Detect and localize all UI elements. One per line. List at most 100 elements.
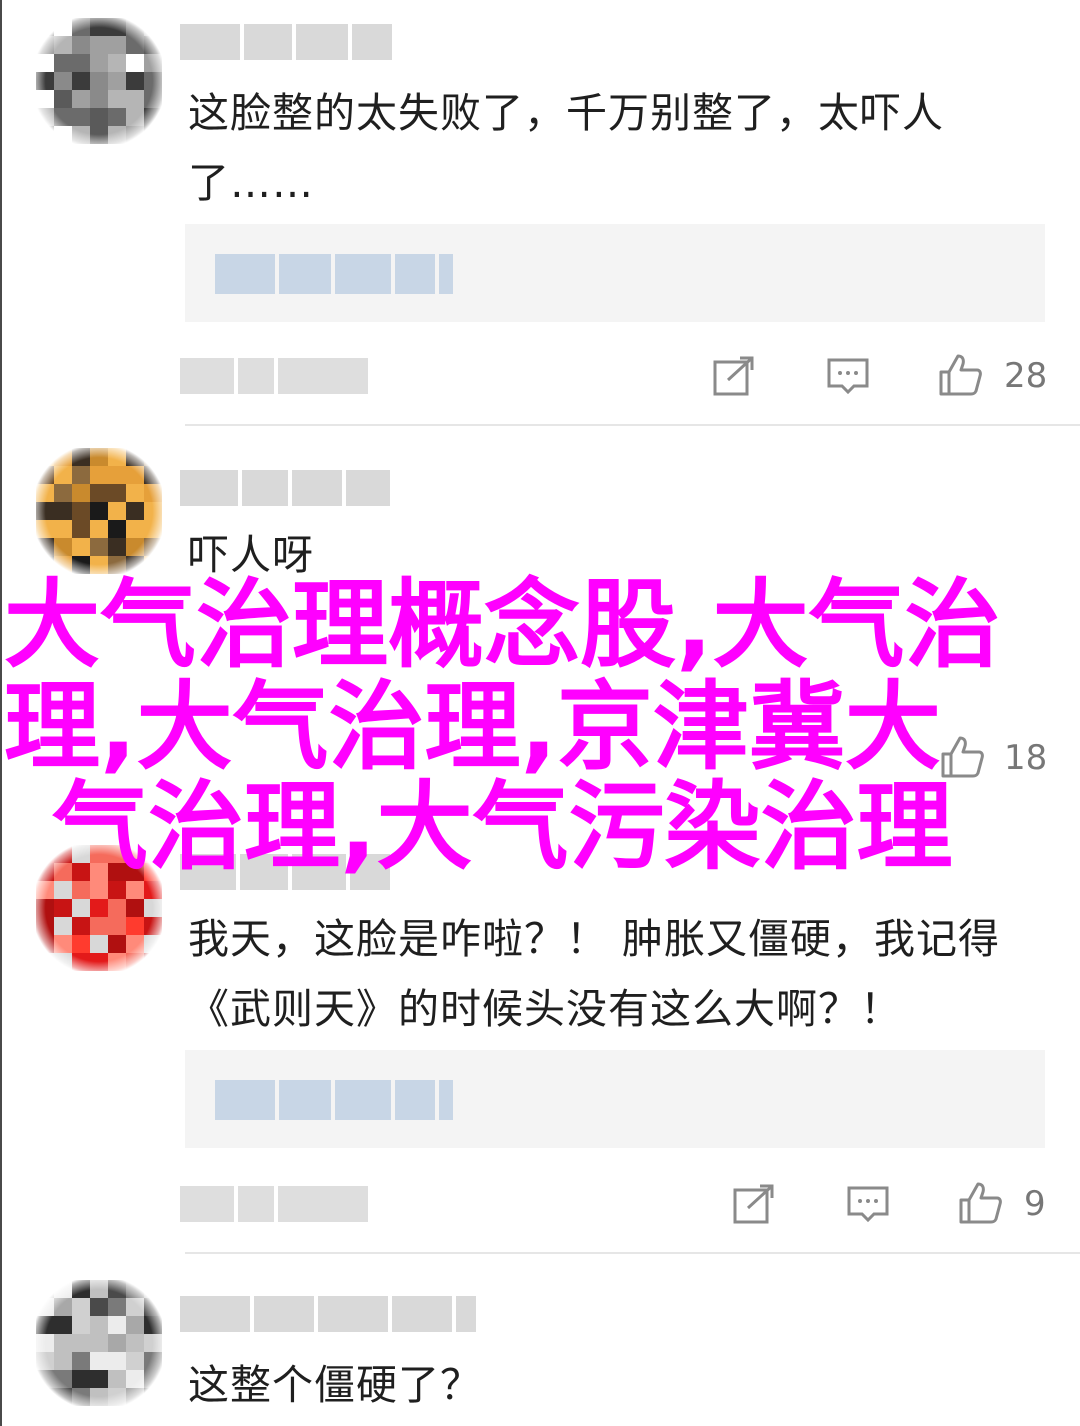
avatar-pixel [90,899,108,917]
avatar-pixel [72,36,90,54]
like-count: 28 [1004,356,1048,396]
like-count: 9 [1024,1184,1046,1224]
avatar-pixel [144,448,162,466]
avatar[interactable] [36,448,162,574]
avatar-pixel [90,484,108,502]
avatar-pixel [54,1298,72,1316]
avatar-pixel [108,1334,126,1352]
avatar-pixel [144,1316,162,1334]
avatar-pixel [54,484,72,502]
comment-list: 这脸整的太失败了，千万别整了，太吓人了…… 28 吓人呀 18 我天，这脸是咋啦… [0,0,1080,1426]
avatar-pixel [144,1352,162,1370]
avatar-pixel [144,18,162,36]
avatar-pixel [36,448,54,466]
avatar-pixel [144,1280,162,1298]
overlay-line-3: 气治理,大气污染治理 [52,771,953,883]
avatar-pixel [36,1352,54,1370]
like-count: 18 [1004,738,1048,778]
comment-text: 这脸整的太失败了，千万别整了，太吓人了…… [188,89,944,207]
avatar-pixel [72,72,90,90]
avatar-pixel [144,538,162,556]
blurred-username[interactable] [180,24,392,60]
avatar-pixel [72,953,90,971]
avatar-pixel [126,18,144,36]
avatar-pixel [72,90,90,108]
reply-icon[interactable] [846,1182,890,1226]
avatar-pixel [36,1316,54,1334]
avatar-pixel [90,448,108,466]
avatar-pixel [72,935,90,953]
avatar-pixel [126,917,144,935]
avatar-pixel [126,538,144,556]
avatar-pixel [36,1280,54,1298]
avatar-pixel [72,1352,90,1370]
avatar-pixel [90,54,108,72]
avatar-pixel [36,36,54,54]
avatar-pixel [54,1370,72,1388]
blurred-timestamp [180,358,368,394]
avatar-pixel [108,502,126,520]
avatar-pixel [144,90,162,108]
avatar-pixel [108,484,126,502]
avatar-pixel [90,18,108,36]
share-icon[interactable] [732,1182,776,1226]
like-icon[interactable] [958,1180,1002,1224]
avatar-pixel [36,502,54,520]
avatar-pixel [126,1316,144,1334]
avatar-pixel [36,538,54,556]
avatar-pixel [72,881,90,899]
avatar-pixel [36,953,54,971]
avatar-pixel [36,935,54,953]
avatar-pixel [108,1370,126,1388]
avatar-pixel [72,899,90,917]
avatar-pixel [108,953,126,971]
blurred-username[interactable] [180,1296,476,1332]
avatar-pixel [72,1316,90,1334]
avatar-pixel [36,18,54,36]
avatar-pixel [72,448,90,466]
avatar-pixel [126,1388,144,1406]
avatar-pixel [90,935,108,953]
avatar-pixel [126,899,144,917]
avatar-pixel [108,881,126,899]
avatar-pixel [72,538,90,556]
like-icon[interactable] [938,352,982,396]
avatar-pixel [54,18,72,36]
avatar[interactable] [36,18,162,144]
share-icon[interactable] [712,354,756,398]
avatar-pixel [108,126,126,144]
avatar-pixel [126,881,144,899]
blurred-timestamp [180,1186,368,1222]
blurred-username[interactable] [180,470,390,506]
avatar-pixel [90,108,108,126]
avatar-pixel [144,484,162,502]
avatar-pixel [126,448,144,466]
avatar-pixel [90,72,108,90]
avatar-pixel [108,448,126,466]
avatar-pixel [108,54,126,72]
avatar-pixel [54,881,72,899]
avatar-pixel [72,466,90,484]
avatar-pixel [54,1388,72,1406]
avatar-pixel [54,520,72,538]
avatar-pixel [54,126,72,144]
avatar-pixel [72,108,90,126]
avatar-pixel [90,953,108,971]
quoted-reply-box[interactable] [185,1050,1045,1148]
quoted-reply-box[interactable] [185,224,1045,322]
avatar-pixel [108,1388,126,1406]
avatar-pixel [54,448,72,466]
avatar-pixel [72,1370,90,1388]
avatar-pixel [36,126,54,144]
avatar-pixel [54,917,72,935]
avatar-pixel [108,90,126,108]
avatar-pixel [54,72,72,90]
avatar-pixel [108,935,126,953]
avatar-pixel [126,466,144,484]
avatar-pixel [72,1298,90,1316]
avatar-pixel [90,126,108,144]
avatar-pixel [90,1298,108,1316]
avatar[interactable] [36,1280,162,1406]
avatar-pixel [36,1370,54,1388]
reply-icon[interactable] [826,354,870,398]
